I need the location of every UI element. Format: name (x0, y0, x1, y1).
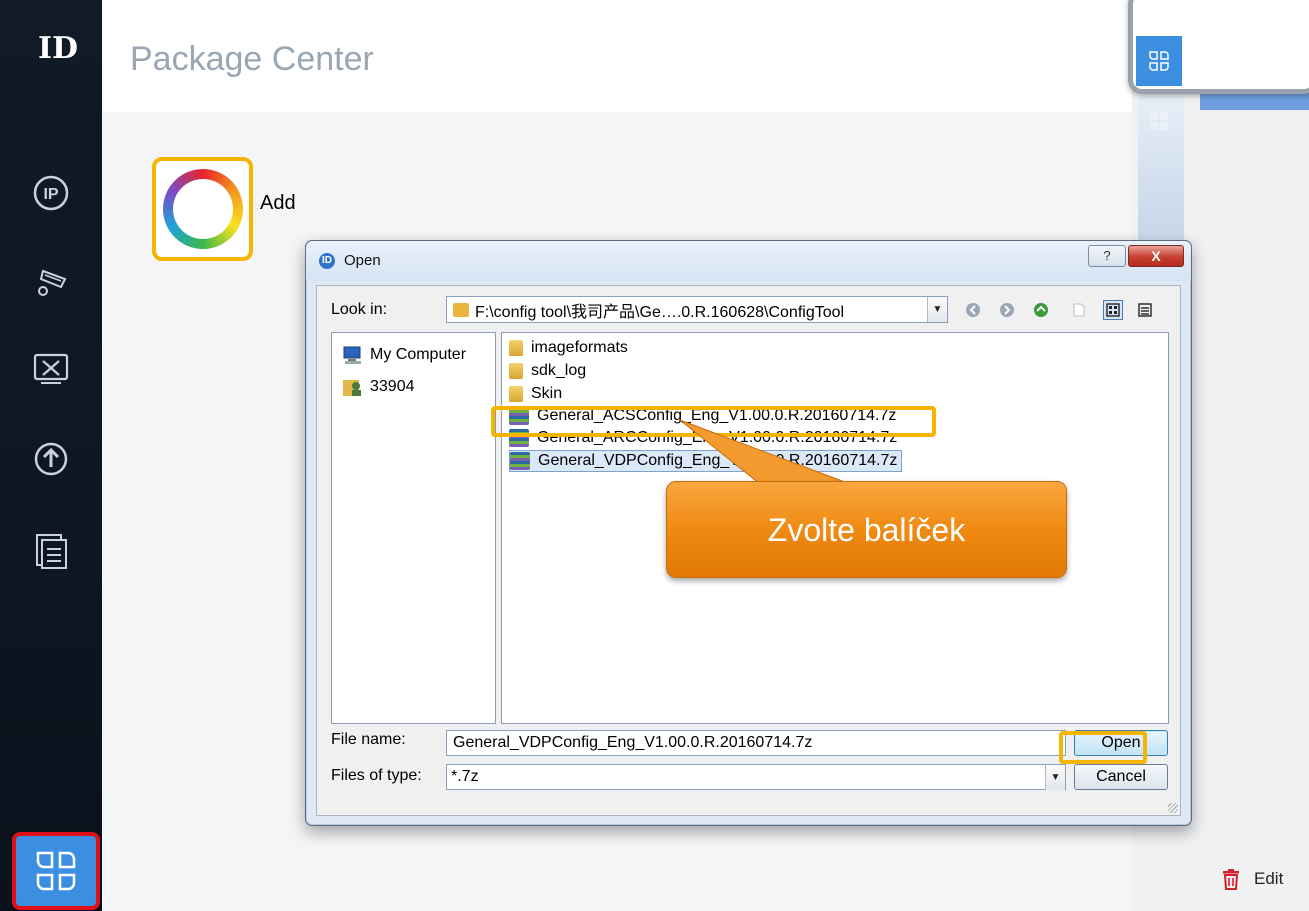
camera-settings-icon (38, 269, 67, 296)
file-label: sdk_log (531, 362, 587, 379)
look-in-value: F:\config tool\我司产品\Ge….0.R.160628\Confi… (475, 303, 845, 321)
detail-view-button[interactable] (1135, 300, 1155, 320)
file-item-imageformats[interactable]: imageformats (509, 337, 628, 359)
file-label: imageformats (531, 339, 628, 356)
user-folder-icon (343, 380, 361, 396)
archive-icon (510, 452, 530, 470)
edit-button[interactable]: Edit (1220, 868, 1283, 890)
place-my-computer[interactable]: My Computer (342, 345, 466, 365)
places-sidebar: My Computer 33904 (331, 332, 496, 724)
grid-view-icon (1106, 303, 1120, 317)
forward-button[interactable] (997, 300, 1017, 320)
files-of-type-combo[interactable]: *.7z ▼ (446, 764, 1066, 790)
package-center-icon (36, 851, 76, 891)
new-folder-button[interactable] (1069, 300, 1089, 320)
close-button[interactable]: X (1128, 245, 1184, 267)
files-of-type-label: Files of type: (331, 767, 422, 784)
add-ring-icon (162, 169, 243, 249)
folder-icon (509, 386, 523, 402)
up-folder-button[interactable] (1031, 300, 1051, 320)
tutorial-callout: Zvolte balíček (666, 481, 1067, 578)
sidebar-item-upgrade[interactable] (28, 436, 74, 482)
highlight-file-row (491, 406, 936, 437)
sidebar-item-package-center[interactable] (12, 832, 100, 910)
cancel-button[interactable]: Cancel (1074, 764, 1168, 790)
place-label: 33904 (370, 378, 415, 395)
place-label: My Computer (370, 346, 467, 363)
dialog-titlebar[interactable]: ID Open ? X (306, 241, 1191, 281)
page-header: Package Center (102, 0, 1132, 112)
package-center-icon (1150, 112, 1168, 130)
back-arrow-icon (966, 303, 980, 317)
folder-icon (509, 340, 523, 356)
folder-icon (509, 363, 523, 379)
app-logo: ID (38, 31, 79, 66)
resize-grip[interactable] (1168, 803, 1178, 813)
sidebar-item-tools[interactable] (28, 346, 74, 392)
svg-text:IP: IP (43, 186, 58, 203)
file-item-sdk-log[interactable]: sdk_log (509, 360, 586, 382)
file-label: General_VDPConfig_Eng_V1.00.0.R.20160714… (538, 452, 898, 469)
sidebar-item-camera-settings[interactable] (28, 258, 74, 304)
up-arrow-icon (1034, 303, 1048, 317)
computer-icon (343, 346, 361, 364)
back-button[interactable] (963, 300, 983, 320)
package-center-icon (1149, 51, 1169, 71)
file-name-input[interactable]: General_VDPConfig_Eng_V1.00.0.R.20160714… (446, 730, 1066, 756)
files-of-type-value: *.7z (451, 768, 479, 785)
chevron-down-icon[interactable]: ▼ (927, 297, 947, 322)
forward-arrow-icon (1000, 303, 1014, 317)
file-name-label: File name: (331, 731, 406, 748)
app-icon: ID (319, 253, 335, 269)
file-item-skin[interactable]: Skin (509, 383, 562, 405)
file-label: Skin (531, 385, 563, 402)
edit-label: Edit (1254, 869, 1284, 888)
document-list-icon (36, 534, 67, 569)
add-package-button[interactable] (152, 157, 253, 261)
folder-icon (453, 302, 469, 317)
trash-icon (1223, 869, 1239, 890)
help-button[interactable]: ? (1088, 245, 1126, 267)
app-sidebar: ID IP (0, 0, 102, 911)
add-label: Add (260, 192, 296, 214)
detail-view-icon (1138, 303, 1152, 317)
list-view-button[interactable] (1103, 300, 1123, 320)
new-folder-icon (1073, 303, 1085, 317)
sidebar-item-ip[interactable]: IP (28, 170, 74, 216)
mini-window-tab[interactable] (1136, 36, 1182, 86)
place-user-folder[interactable]: 33904 (342, 377, 415, 397)
page-title: Package Center (130, 40, 374, 78)
look-in-combo[interactable]: F:\config tool\我司产品\Ge….0.R.160628\Confi… (446, 296, 948, 323)
sidebar-item-documents[interactable] (28, 528, 74, 574)
chevron-down-icon[interactable]: ▼ (1045, 764, 1065, 790)
tools-icon (33, 353, 69, 384)
highlight-open-button (1059, 731, 1147, 764)
dialog-title: Open (344, 252, 381, 269)
file-item-vdp-config[interactable]: General_VDPConfig_Eng_V1.00.0.R.20160714… (509, 450, 903, 472)
ip-icon: IP (33, 175, 69, 211)
upgrade-icon (34, 442, 68, 476)
look-in-label: Look in: (331, 301, 388, 318)
